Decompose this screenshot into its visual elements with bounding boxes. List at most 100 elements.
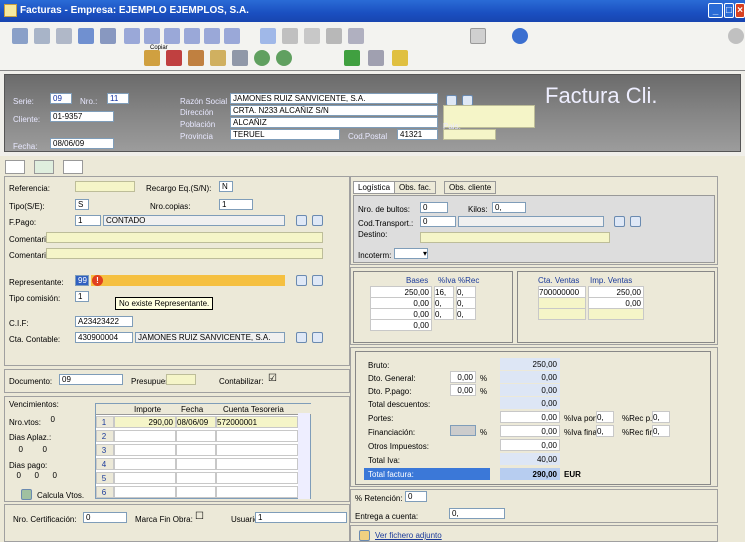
razon-input[interactable]: JAMONES RUIZ SANVICENTE, S.A. (230, 93, 438, 104)
incoterm-select[interactable]: ▾ (394, 248, 428, 259)
certificacion-input[interactable]: 0 (83, 512, 127, 523)
ivaportes-input[interactable]: 0, (596, 411, 614, 423)
zoom-out-icon[interactable] (276, 50, 292, 66)
mail-icon[interactable] (348, 28, 364, 44)
presupuesto-input[interactable] (166, 374, 196, 385)
recargo-input[interactable]: N (219, 181, 233, 192)
destino-input[interactable] (420, 232, 610, 243)
tab-logistica[interactable]: Logística (353, 181, 396, 194)
user-icon[interactable] (368, 50, 384, 66)
marcafin-checkbox[interactable]: ☐ (195, 511, 204, 522)
maximize-button[interactable]: □ (724, 3, 734, 18)
codtransport-input[interactable]: 0 (420, 216, 456, 227)
edit-icon[interactable] (56, 28, 72, 44)
venc-cell-importe[interactable] (114, 430, 176, 442)
diasaplaz-input-2[interactable]: 0 (33, 445, 47, 456)
direccion-input[interactable]: CRTA. N233 ALCAÑIZ S/N (230, 105, 438, 116)
transport-search-icon[interactable] (614, 216, 625, 227)
transport-edit-icon[interactable] (630, 216, 641, 227)
venc-cell-fecha[interactable] (176, 444, 216, 456)
cp-input[interactable]: 41321 (397, 129, 438, 140)
otros-value[interactable]: 0,00 (500, 439, 560, 451)
grid-icon[interactable] (144, 50, 160, 66)
venc-cell-cuenta[interactable]: 572000001 (216, 416, 298, 428)
portes-value[interactable]: 0,00 (500, 411, 560, 423)
venc-cell-fecha[interactable] (176, 430, 216, 442)
diaspago-input-3[interactable]: 0 (43, 471, 57, 482)
kilos-input[interactable]: 0, (492, 202, 526, 213)
representante-edit-icon[interactable] (312, 275, 323, 286)
venc-scrollbar[interactable] (298, 413, 310, 499)
fichero-link[interactable]: Ver fichero adjunto (375, 531, 442, 540)
entrega-input[interactable]: 0, (449, 508, 505, 519)
referencia-input[interactable] (75, 181, 135, 192)
info-icon[interactable] (392, 50, 408, 66)
book-icon[interactable] (188, 50, 204, 66)
list-icon[interactable] (34, 28, 50, 44)
usuario-input[interactable]: 1 (255, 512, 347, 523)
preview-icon[interactable] (304, 28, 320, 44)
dtogeneral-pct[interactable]: 0,00 (450, 371, 476, 383)
provincia-input[interactable]: TERUEL (230, 129, 340, 140)
representante-search-icon[interactable] (296, 275, 307, 286)
prev-record-icon[interactable] (164, 28, 180, 44)
venc-cell-importe[interactable] (114, 458, 176, 470)
ventas-cell-cta[interactable] (538, 308, 586, 320)
venc-cell-fecha[interactable] (176, 472, 216, 484)
venc-cell-importe[interactable] (114, 472, 176, 484)
cif-input[interactable]: A23423422 (75, 316, 133, 327)
ventas-cell-imp[interactable] (588, 308, 644, 320)
calcula-button[interactable]: Calcula Vtos. (37, 491, 84, 500)
venc-cell-fecha[interactable]: 08/06/09 (176, 416, 216, 428)
recfin-input[interactable]: 0, (652, 425, 670, 437)
recp-input[interactable]: 0, (652, 411, 670, 423)
cta-edit-icon[interactable] (312, 332, 323, 343)
fpago-edit-icon[interactable] (312, 215, 323, 226)
documento-input[interactable]: 09 (59, 374, 123, 385)
tab-obs-fac[interactable]: Obs. fac. (394, 181, 437, 194)
zoom-in-icon[interactable] (254, 50, 270, 66)
tipo-input[interactable]: S (75, 199, 89, 210)
nrocopias-input[interactable]: 1 (219, 199, 253, 210)
bultos-input[interactable]: 0 (420, 202, 448, 213)
close-button[interactable]: × (735, 3, 745, 18)
tab-lines-icon[interactable] (34, 160, 54, 174)
save-icon[interactable] (78, 28, 94, 44)
table-icon[interactable] (166, 50, 182, 66)
bases-cell-iva[interactable]: 0, (434, 308, 454, 320)
paste-icon[interactable] (210, 50, 226, 66)
fpago-code-input[interactable]: 1 (75, 215, 101, 226)
dtopp-pct[interactable]: 0,00 (450, 384, 476, 396)
cta-search-icon[interactable] (296, 332, 307, 343)
exit-icon[interactable] (728, 28, 744, 44)
nrovtos-input[interactable]: 0 (39, 415, 55, 426)
venc-cell-importe[interactable] (114, 444, 176, 456)
diaspago-input-1[interactable]: 0 (7, 471, 21, 482)
prev-page-icon[interactable] (144, 28, 160, 44)
export-icon[interactable] (326, 28, 342, 44)
fecha-input[interactable]: 08/06/09 (50, 138, 114, 149)
help-icon[interactable] (512, 28, 528, 44)
venc-cell-cuenta[interactable] (216, 472, 298, 484)
fpago-search-icon[interactable] (296, 215, 307, 226)
ctacontable-input[interactable]: 430900004 (75, 332, 133, 343)
attachment-icon[interactable] (359, 530, 370, 541)
new-doc-icon[interactable] (12, 28, 28, 44)
cliente-input[interactable]: 01-9357 (50, 111, 114, 122)
venc-cell-cuenta[interactable] (216, 444, 298, 456)
first-record-icon[interactable] (124, 28, 140, 44)
representante-input[interactable]: 99 (75, 275, 89, 286)
tab-notes-icon[interactable] (63, 160, 83, 174)
undo-icon[interactable] (100, 28, 116, 44)
window-icon[interactable] (260, 28, 276, 44)
contabilizar-checkbox[interactable]: ☑ (268, 373, 277, 384)
venc-cell-cuenta[interactable] (216, 458, 298, 470)
bases-cell-rec[interactable]: 0, (456, 308, 476, 320)
next-page-icon[interactable] (204, 28, 220, 44)
bases-cell-base[interactable]: 0,00 (370, 319, 432, 331)
print-icon[interactable] (282, 28, 298, 44)
financiacion-value[interactable]: 0,00 (500, 425, 560, 437)
financiacion-pct[interactable] (450, 425, 476, 436)
tipocomision-input[interactable]: 1 (75, 291, 89, 302)
diaspago-input-2[interactable]: 0 (25, 471, 39, 482)
